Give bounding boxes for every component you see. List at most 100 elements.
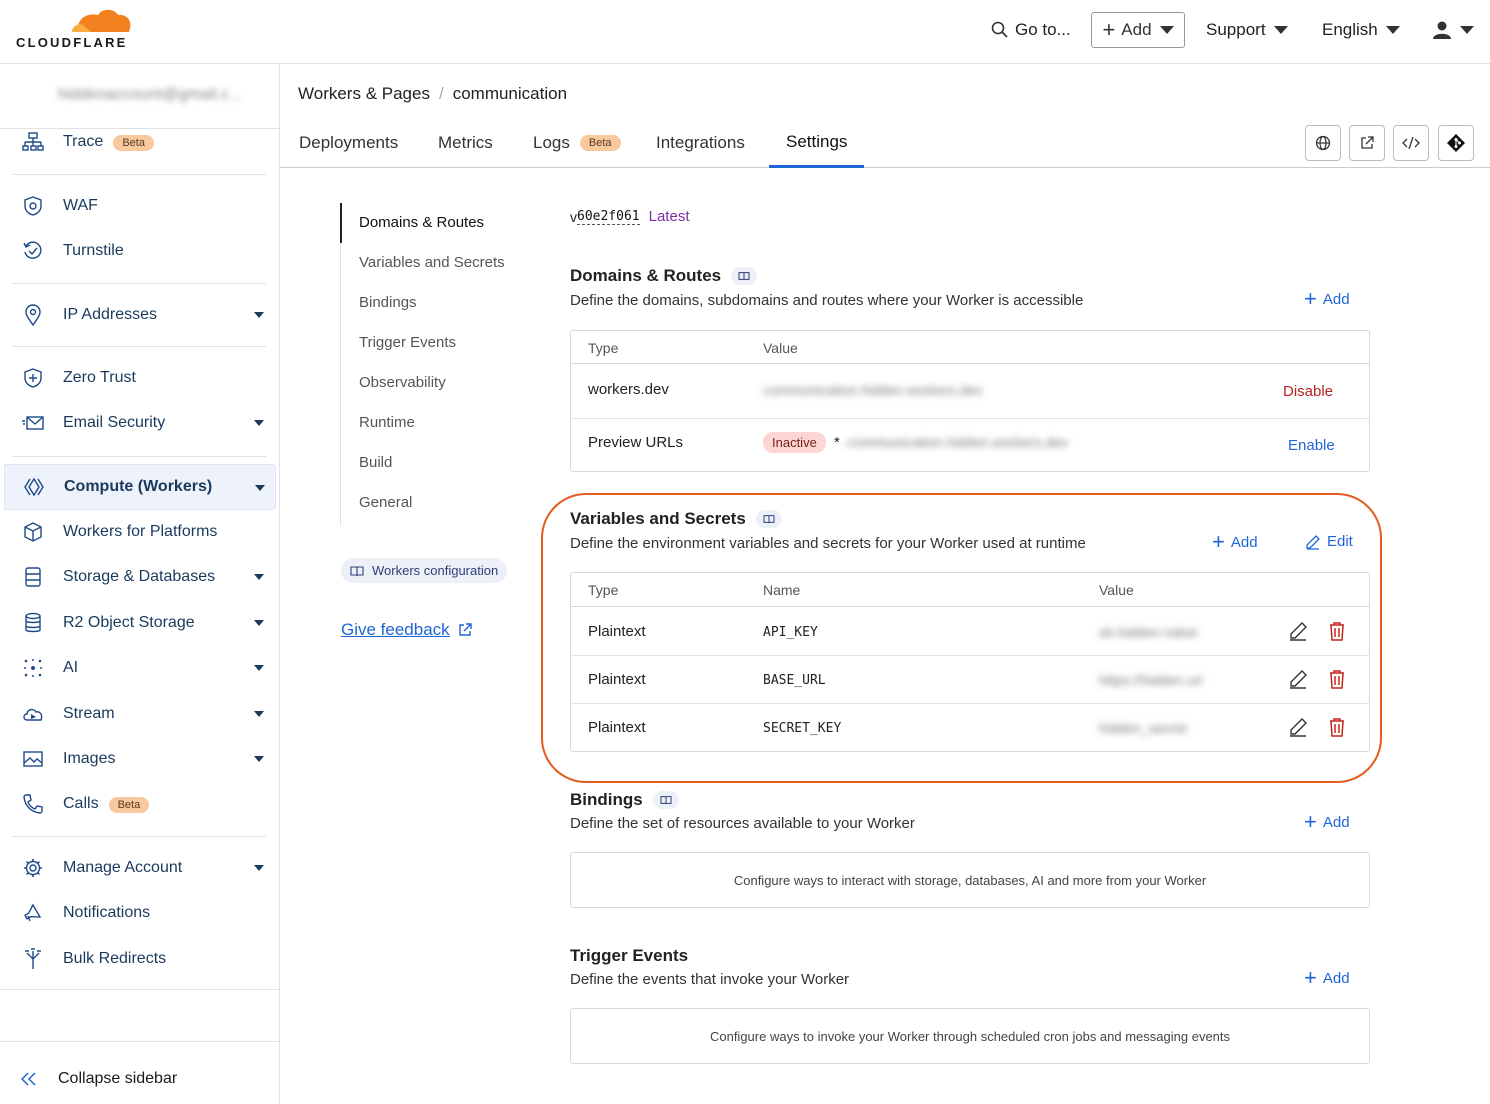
table-header: Type Value — [571, 331, 1369, 364]
chevron-down-icon — [254, 865, 264, 871]
variable-name: API_KEY — [763, 625, 818, 640]
settings-nav-variables-secrets[interactable]: Variables and Secrets — [359, 254, 505, 271]
edit-code-button[interactable] — [1393, 125, 1429, 161]
settings-nav-observability[interactable]: Observability — [359, 374, 446, 391]
settings-nav-bindings[interactable]: Bindings — [359, 294, 417, 311]
sidebar-item-storage-databases[interactable]: Storage & Databases — [0, 557, 279, 597]
tab-deployments[interactable]: Deployments — [299, 118, 398, 168]
settings-nav-build[interactable]: Build — [359, 454, 392, 471]
variable-name: SECRET_KEY — [763, 721, 842, 736]
add-variable-button[interactable]: + Add — [1212, 531, 1258, 553]
language-menu[interactable]: English — [1322, 0, 1400, 60]
tab-settings[interactable]: Settings — [769, 118, 865, 168]
support-menu[interactable]: Support — [1206, 0, 1288, 60]
sidebar-item-label: Bulk Redirects — [63, 950, 167, 967]
divider — [0, 989, 279, 990]
domain-type: Preview URLs — [588, 434, 684, 451]
globe-icon — [1315, 135, 1331, 151]
bindings-description: Define the set of resources available to… — [570, 815, 915, 832]
open-external-button[interactable] — [1349, 125, 1385, 161]
collapse-sidebar-button[interactable]: Collapse sidebar — [0, 1054, 279, 1104]
delete-icon[interactable] — [1328, 621, 1346, 641]
delete-icon[interactable] — [1328, 717, 1346, 737]
code-icon — [1402, 136, 1420, 150]
breadcrumb-current: communication — [452, 84, 568, 103]
user-icon — [1433, 21, 1451, 39]
git-button[interactable] — [1438, 125, 1474, 161]
sidebar-item-zero-trust[interactable]: Zero Trust — [0, 358, 279, 398]
sidebar-item-compute-workers[interactable]: Compute (Workers) — [4, 464, 276, 510]
sidebar-item-images[interactable]: Images — [0, 739, 279, 779]
breadcrumb: Workers & Pages / communication — [298, 84, 567, 104]
column-header-type: Type — [588, 582, 619, 598]
sidebar-item-label: Email Security — [63, 414, 166, 431]
sidebar-item-label: Images — [63, 750, 116, 767]
add-label: Add — [1121, 20, 1152, 39]
column-header-name: Name — [763, 582, 801, 598]
sidebar-item-calls[interactable]: Calls Beta — [0, 784, 279, 824]
sidebar-item-label: Stream — [63, 705, 115, 722]
version-hash[interactable]: 60e2f061 — [577, 209, 640, 225]
storage-icon — [25, 567, 41, 587]
cloudflare-logo[interactable]: CLOUDFLARE — [16, 6, 136, 52]
chevron-down-icon — [254, 665, 264, 671]
external-link-icon — [1361, 136, 1374, 149]
plus-icon: + — [1304, 286, 1317, 311]
edit-variable-icon[interactable] — [1288, 669, 1308, 689]
docs-button[interactable] — [652, 791, 679, 809]
sidebar-item-stream[interactable]: Stream — [0, 694, 279, 734]
docs-button[interactable] — [755, 510, 782, 528]
disable-button[interactable]: Disable — [1283, 383, 1333, 400]
add-trigger-button[interactable]: + Add — [1304, 967, 1350, 989]
edit-variable-icon[interactable] — [1288, 717, 1308, 737]
book-icon — [350, 565, 364, 576]
tab-integrations[interactable]: Integrations — [656, 118, 745, 168]
megaphone-icon — [24, 903, 42, 922]
add-button[interactable]: + Add — [1091, 12, 1185, 48]
database-icon — [25, 612, 41, 633]
version-prefix: v — [570, 208, 577, 225]
settings-nav-trigger-events[interactable]: Trigger Events — [359, 334, 456, 351]
divider — [12, 346, 266, 347]
domains-table: Type Value workers.dev communication.hid… — [570, 330, 1370, 472]
user-menu[interactable] — [1432, 0, 1474, 60]
divider — [12, 283, 266, 284]
sidebar-item-waf[interactable]: WAF — [0, 186, 279, 226]
add-domain-button[interactable]: + Add — [1304, 288, 1350, 310]
sidebar-item-turnstile[interactable]: Turnstile — [0, 231, 279, 271]
add-binding-button[interactable]: + Add — [1304, 811, 1350, 833]
delete-icon[interactable] — [1328, 669, 1346, 689]
tab-metrics[interactable]: Metrics — [438, 118, 493, 168]
give-feedback-link[interactable]: Give feedback — [341, 620, 473, 640]
version-indicator: v 60e2f061 Latest — [570, 208, 690, 225]
variable-name: BASE_URL — [763, 673, 826, 688]
sidebar-item-notifications[interactable]: Notifications — [0, 893, 279, 933]
settings-nav-general[interactable]: General — [359, 494, 412, 511]
sidebar-item-label: Zero Trust — [63, 369, 136, 386]
give-feedback-label: Give feedback — [341, 620, 450, 639]
edit-variable-icon[interactable] — [1288, 621, 1308, 641]
account-name[interactable]: hiddenaccount@gmail.c... — [58, 86, 242, 106]
sidebar-item-ai[interactable]: AI — [0, 648, 279, 688]
workers-configuration-link[interactable]: Workers configuration — [341, 558, 508, 583]
sidebar-item-bulk-redirects[interactable]: Bulk Redirects — [0, 939, 279, 979]
breadcrumb-parent[interactable]: Workers & Pages — [298, 84, 430, 104]
sidebar-item-r2-object-storage[interactable]: R2 Object Storage — [0, 603, 279, 643]
sidebar-item-manage-account[interactable]: Manage Account — [0, 848, 279, 888]
docs-button[interactable] — [731, 267, 758, 285]
chevron-down-icon — [254, 312, 264, 318]
sidebar-item-label: R2 Object Storage — [63, 614, 195, 631]
sidebar-item-workers-for-platforms[interactable]: Workers for Platforms — [0, 512, 279, 552]
enable-button[interactable]: Enable — [1288, 437, 1335, 454]
edit-variables-button[interactable]: Edit — [1305, 533, 1353, 550]
goto-button[interactable]: Go to... — [991, 0, 1071, 60]
sidebar-item-ip-addresses[interactable]: IP Addresses — [0, 295, 279, 335]
tab-logs[interactable]: Logs Beta — [533, 118, 621, 168]
settings-nav-runtime[interactable]: Runtime — [359, 414, 415, 431]
pencil-icon — [1306, 534, 1320, 550]
sidebar-item-email-security[interactable]: Email Security — [0, 403, 279, 443]
settings-nav-domains-routes[interactable]: Domains & Routes — [359, 214, 484, 231]
sidebar-item-trace[interactable]: Trace Beta — [0, 122, 279, 162]
chevron-down-icon — [1460, 26, 1474, 34]
globe-button[interactable] — [1305, 125, 1341, 161]
